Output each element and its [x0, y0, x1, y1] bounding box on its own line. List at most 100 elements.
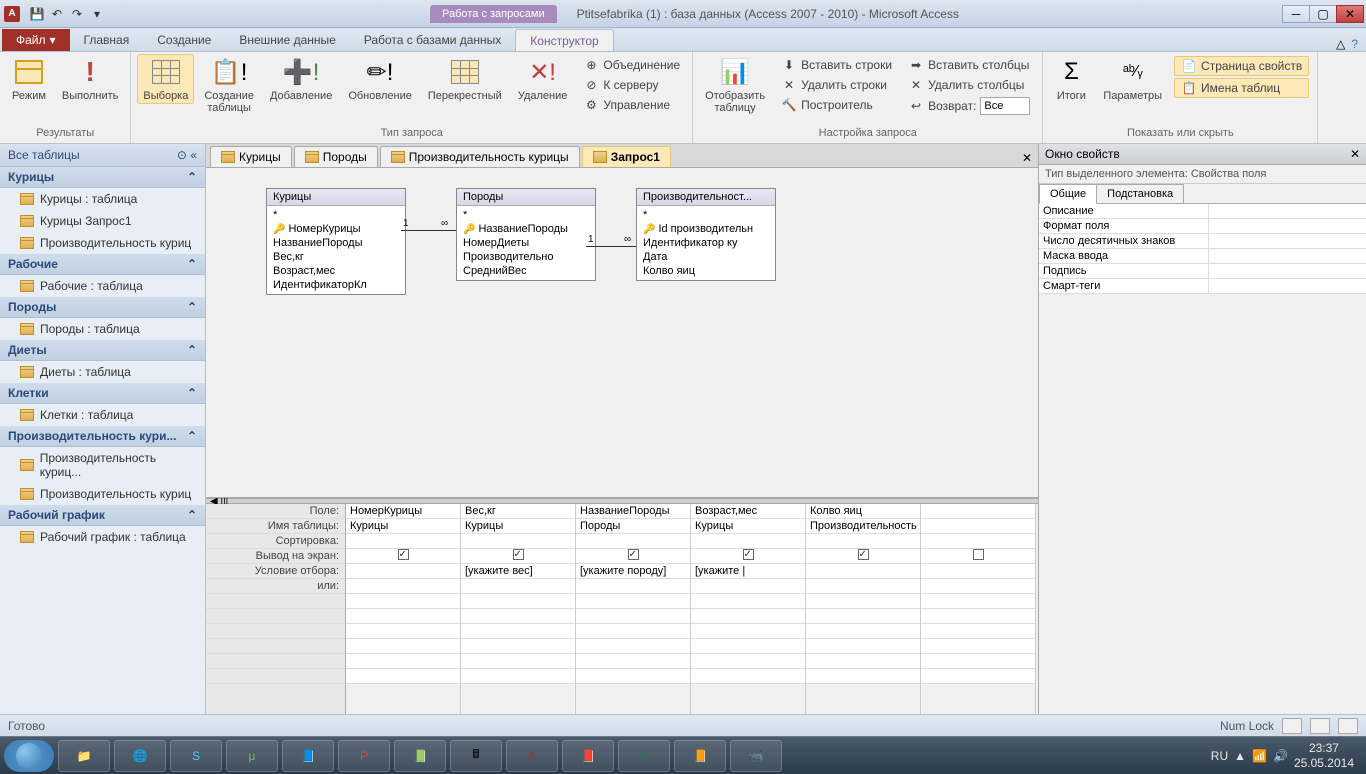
- grid-cell[interactable]: [921, 519, 1035, 534]
- nav-item[interactable]: Рабочие : таблица: [0, 275, 205, 297]
- prop-tab-general[interactable]: Общие: [1039, 184, 1097, 204]
- doc-tab-active[interactable]: Запрос1: [582, 146, 671, 167]
- table-field[interactable]: ИдентификаторКл: [267, 278, 405, 292]
- append-button[interactable]: ➕! Добавление: [264, 54, 338, 104]
- nav-section-header[interactable]: Курицы⌃: [0, 167, 205, 188]
- grid-cell[interactable]: Курицы: [691, 519, 805, 534]
- table-field[interactable]: 🔑НомерКурицы: [267, 222, 405, 236]
- run-button[interactable]: ! Выполнить: [56, 54, 124, 104]
- task-calc[interactable]: 🖩: [450, 740, 502, 772]
- checkbox-icon[interactable]: [513, 549, 524, 560]
- grid-cell[interactable]: [461, 579, 575, 594]
- grid-cell[interactable]: [921, 579, 1035, 594]
- grid-cell[interactable]: [346, 564, 460, 579]
- grid-cell[interactable]: [346, 579, 460, 594]
- close-tab-icon[interactable]: ✕: [1016, 149, 1038, 167]
- grid-cell[interactable]: [576, 534, 690, 549]
- datadef-button[interactable]: ⚙Управление: [579, 96, 684, 114]
- table-field[interactable]: СреднийВес: [457, 264, 595, 278]
- table-field[interactable]: Колво яиц: [637, 264, 775, 278]
- task-app2[interactable]: 📗: [394, 740, 446, 772]
- property-row[interactable]: Число десятичных знаков: [1039, 234, 1366, 249]
- grid-cell[interactable]: [921, 504, 1035, 519]
- task-pdf[interactable]: 📕: [562, 740, 614, 772]
- help-icon[interactable]: ?: [1351, 37, 1358, 51]
- close-property-sheet-icon[interactable]: ✕: [1350, 147, 1360, 161]
- grid-cell[interactable]: [укажите вес]: [461, 564, 575, 579]
- table-field[interactable]: 🔑Id производительн: [637, 222, 775, 236]
- task-camera[interactable]: 📹: [730, 740, 782, 772]
- table-field[interactable]: *: [267, 208, 405, 222]
- nav-section-header[interactable]: Клетки⌃: [0, 383, 205, 404]
- nav-item[interactable]: Диеты : таблица: [0, 361, 205, 383]
- tab-external[interactable]: Внешние данные: [225, 29, 350, 51]
- checkbox-icon[interactable]: [398, 549, 409, 560]
- insert-rows-button[interactable]: ⬇Вставить строки: [777, 56, 896, 74]
- return-button[interactable]: ↩Возврат:: [904, 96, 1034, 116]
- checkbox-icon[interactable]: [973, 549, 984, 560]
- grid-cell[interactable]: [461, 549, 575, 564]
- delete-rows-button[interactable]: ✕Удалить строки: [777, 76, 896, 94]
- query-designer-diagram[interactable]: Курицы *🔑НомерКурицыНазваниеПородыВес,кг…: [206, 168, 1038, 498]
- tab-create[interactable]: Создание: [143, 29, 225, 51]
- start-button[interactable]: [4, 740, 54, 772]
- checkbox-icon[interactable]: [743, 549, 754, 560]
- grid-cell[interactable]: [346, 549, 460, 564]
- grid-cell[interactable]: [346, 534, 460, 549]
- doc-tab[interactable]: Курицы: [210, 146, 292, 167]
- tab-design[interactable]: Конструктор: [515, 29, 613, 51]
- update-button[interactable]: ✏! Обновление: [342, 54, 418, 104]
- table-field[interactable]: НомерДиеты: [457, 236, 595, 250]
- task-utorrent[interactable]: μ: [226, 740, 278, 772]
- sql-view-icon[interactable]: [1310, 718, 1330, 734]
- nav-section-header[interactable]: Рабочие⌃: [0, 254, 205, 275]
- grid-cell[interactable]: НомерКурицы: [346, 504, 460, 519]
- prop-tab-lookup[interactable]: Подстановка: [1096, 184, 1184, 203]
- grid-cell[interactable]: [806, 549, 920, 564]
- table-box-kuritsy[interactable]: Курицы *🔑НомерКурицыНазваниеПородыВес,кг…: [266, 188, 406, 295]
- grid-cell[interactable]: Вес,кг: [461, 504, 575, 519]
- checkbox-icon[interactable]: [858, 549, 869, 560]
- minimize-ribbon-icon[interactable]: △: [1336, 37, 1345, 51]
- nav-item[interactable]: Породы : таблица: [0, 318, 205, 340]
- minimize-button[interactable]: ─: [1282, 5, 1310, 23]
- nav-section-header[interactable]: Производительность кури...⌃: [0, 426, 205, 447]
- collapse-nav-icon[interactable]: «: [190, 148, 197, 162]
- task-access[interactable]: A: [506, 740, 558, 772]
- passthrough-button[interactable]: ⊘К серверу: [579, 76, 684, 94]
- table-field[interactable]: Возраст,мес: [267, 264, 405, 278]
- tab-home[interactable]: Главная: [70, 29, 144, 51]
- table-field[interactable]: Идентификатор ку: [637, 236, 775, 250]
- params-button[interactable]: ᵃᵇ⁄ᵧ Параметры: [1097, 54, 1168, 104]
- nav-item[interactable]: Производительность куриц: [0, 232, 205, 254]
- builder-button[interactable]: 🔨Построитель: [777, 96, 896, 114]
- task-chrome[interactable]: 🌐: [114, 740, 166, 772]
- property-row[interactable]: Смарт-теги: [1039, 279, 1366, 294]
- grid-cell[interactable]: [806, 564, 920, 579]
- property-row[interactable]: Формат поля: [1039, 219, 1366, 234]
- grid-cell[interactable]: Колво яиц: [806, 504, 920, 519]
- table-box-proizv[interactable]: Производительност... *🔑Id производительн…: [636, 188, 776, 281]
- nav-section-header[interactable]: Рабочий график⌃: [0, 505, 205, 526]
- property-row[interactable]: Подпись: [1039, 264, 1366, 279]
- qat-dropdown-icon[interactable]: ▾: [88, 5, 106, 23]
- file-tab[interactable]: Файл ▾: [2, 29, 70, 51]
- delete-cols-button[interactable]: ✕Удалить столбцы: [904, 76, 1034, 94]
- grid-cell[interactable]: [461, 534, 575, 549]
- nav-section-header[interactable]: Породы⌃: [0, 297, 205, 318]
- nav-header[interactable]: Все таблицы ⊙ «: [0, 144, 205, 167]
- grid-cell[interactable]: Породы: [576, 519, 690, 534]
- grid-cell[interactable]: Курицы: [461, 519, 575, 534]
- return-input[interactable]: [980, 97, 1030, 115]
- doc-tab[interactable]: Породы: [294, 146, 378, 167]
- grid-cell[interactable]: [921, 549, 1035, 564]
- view-button[interactable]: Режим: [6, 54, 52, 104]
- tray-volume-icon[interactable]: 🔊: [1273, 749, 1288, 763]
- table-field[interactable]: 🔑НазваниеПороды: [457, 222, 595, 236]
- search-icon[interactable]: ⊙: [177, 148, 187, 162]
- nav-item[interactable]: Рабочий график : таблица: [0, 526, 205, 548]
- table-field[interactable]: Производительно: [457, 250, 595, 264]
- union-button[interactable]: ⊕Объединение: [579, 56, 684, 74]
- property-row[interactable]: Описание: [1039, 204, 1366, 219]
- table-box-porody[interactable]: Породы *🔑НазваниеПородыНомерДиетыПроизво…: [456, 188, 596, 281]
